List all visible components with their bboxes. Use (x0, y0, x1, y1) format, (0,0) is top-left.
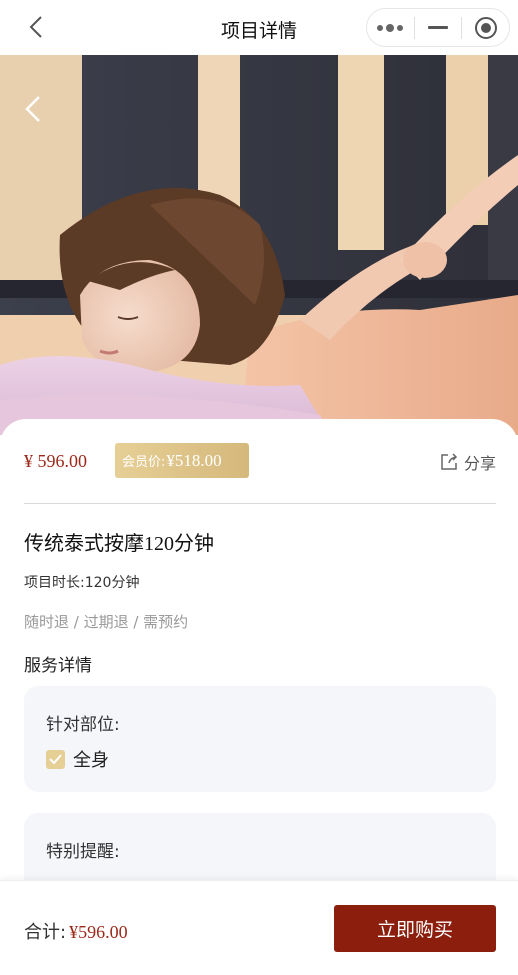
more-dots-icon (377, 23, 404, 32)
mini-program-capsule (366, 8, 510, 47)
bottom-bar: 合计: ¥596.00 立即购买 (0, 880, 518, 975)
checkbox[interactable] (46, 749, 65, 769)
target-option-label: 全身 (73, 750, 109, 771)
product-title: 传统泰式按摩120分钟 (24, 527, 214, 556)
product-title-number: 120 (144, 533, 174, 555)
hero-image (0, 55, 518, 435)
hero-back-button[interactable] (18, 93, 48, 125)
member-price-badge: 会员价: ¥518.00 (115, 443, 249, 478)
minus-icon (427, 25, 448, 29)
chevron-left-icon (25, 96, 40, 122)
reminder-label: 特别提醒: (46, 842, 120, 862)
close-miniprogram-button[interactable] (462, 9, 509, 46)
minimize-button[interactable] (415, 9, 462, 46)
target-area-label: 针对部位: (46, 715, 120, 735)
product-title-suffix: 分钟 (174, 531, 214, 555)
service-duration: 项目时长:120分钟 (24, 575, 140, 591)
more-button[interactable] (367, 9, 414, 46)
product-title-prefix: 传统泰式按摩 (24, 531, 144, 555)
refund-tags: 随时退 / 过期退 / 需预约 (24, 613, 189, 631)
total: 合计: ¥596.00 (24, 918, 128, 944)
service-detail-heading: 服务详情 (24, 656, 92, 676)
target-option-fullbody[interactable]: 全身 (46, 746, 109, 772)
share-button[interactable]: 分享 (440, 450, 496, 474)
navbar: 项目详情 (0, 0, 518, 55)
target-circle-icon (474, 16, 497, 39)
product-price: ¥ 596.00 (24, 451, 87, 471)
massage-photo (0, 55, 518, 435)
buy-now-button[interactable]: 立即购买 (334, 905, 496, 952)
total-label: 合计: (24, 922, 67, 943)
member-price-label: 会员价: (122, 455, 166, 470)
divider (24, 503, 496, 504)
target-area-box: 针对部位: 全身 (24, 686, 496, 792)
checkmark-icon (49, 754, 62, 764)
share-label: 分享 (463, 454, 496, 473)
page: 项目详情 ¥ 596.00 会员价: ¥518.00 分享 传统泰式按摩120分… (0, 0, 518, 975)
product-detail-card: ¥ 596.00 会员价: ¥518.00 分享 传统泰式按摩120分钟 项目时… (0, 419, 518, 923)
member-price-value: ¥518.00 (166, 450, 222, 470)
total-value: ¥596.00 (69, 922, 128, 942)
share-icon (441, 453, 458, 470)
price-row: ¥ 596.00 会员价: ¥518.00 分享 (24, 443, 496, 479)
